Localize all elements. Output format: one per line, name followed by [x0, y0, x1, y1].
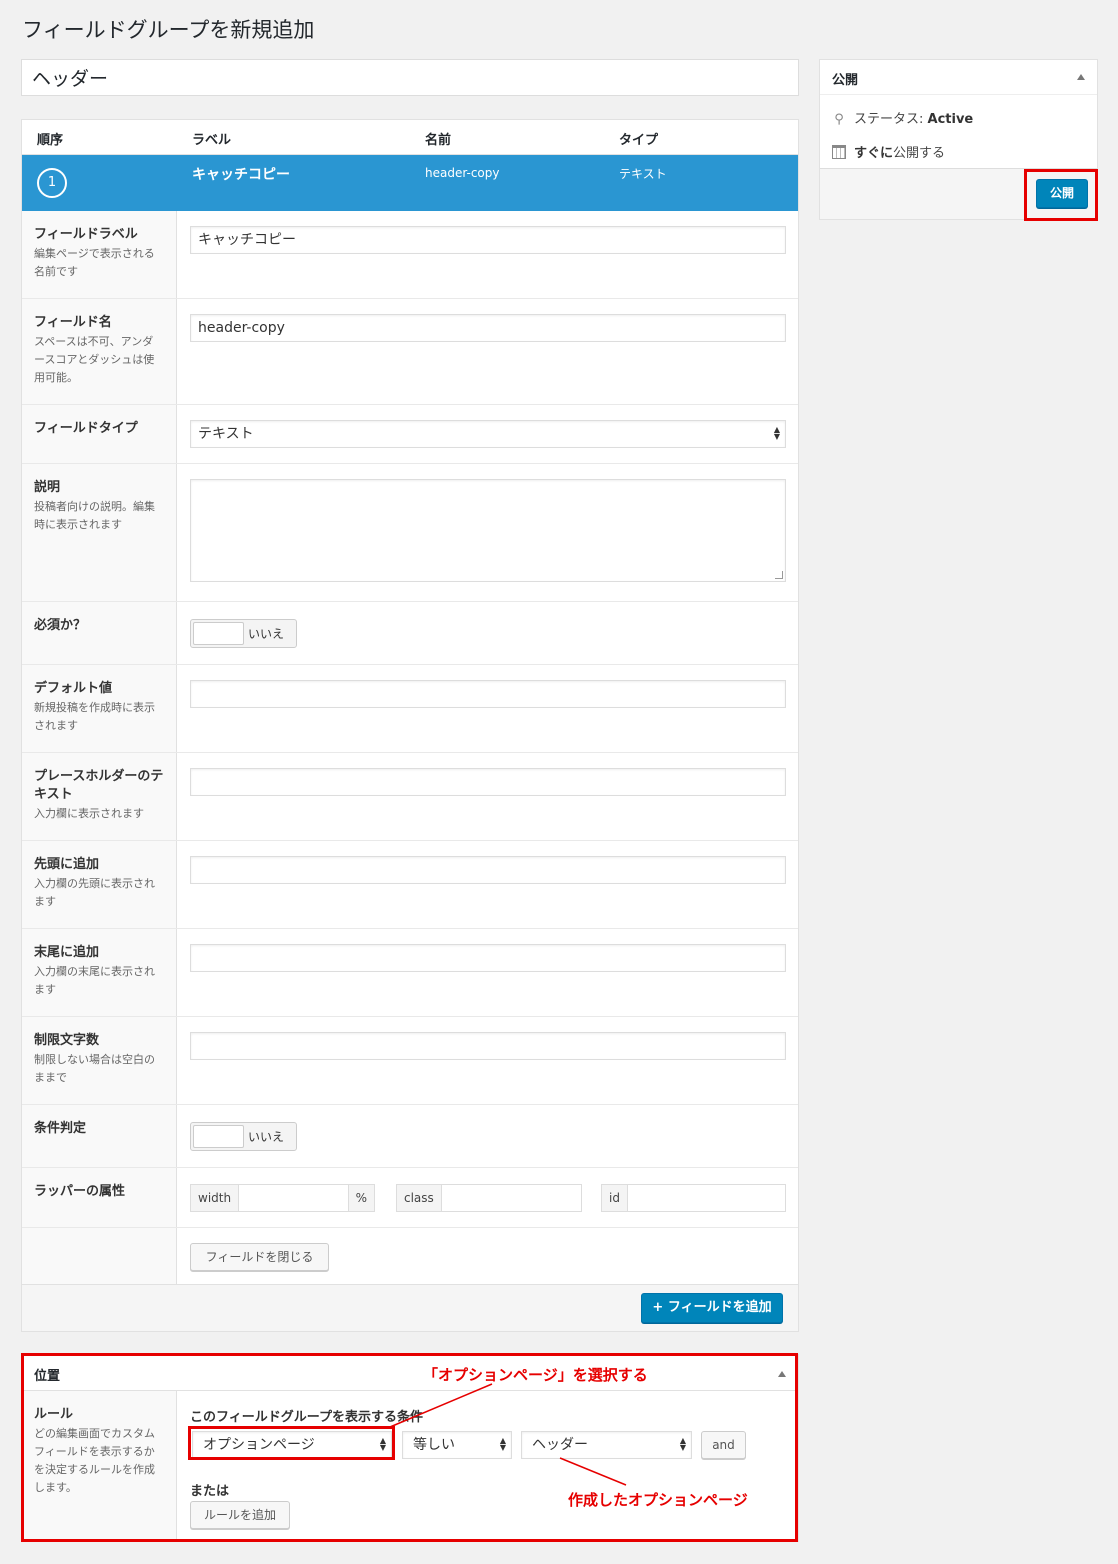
arrow-line-2 — [559, 1457, 627, 1486]
arrow-line-1 — [389, 1383, 493, 1428]
annotation-arrows — [389, 1383, 627, 1486]
